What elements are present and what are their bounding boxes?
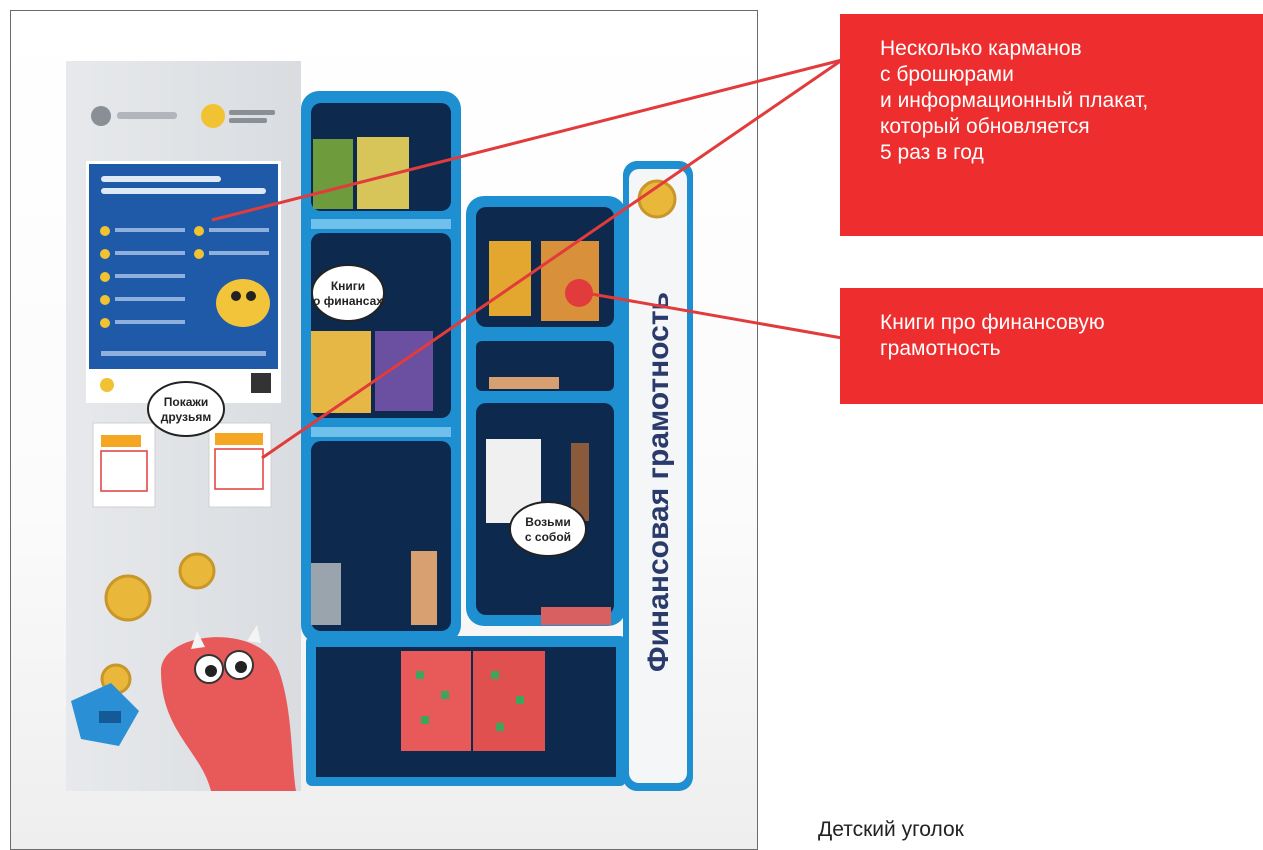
bubble-books: Книги о финансах — [311, 264, 385, 322]
pointer-brochures — [261, 58, 843, 460]
bubble-books-line2: о финансах — [313, 294, 383, 308]
pointer-poster — [211, 58, 843, 222]
callout-pockets-line: Несколько карманов — [880, 37, 1082, 60]
bubble-take-line1: Возьми — [525, 515, 570, 529]
bubble-share: Покажи друзьям — [147, 381, 225, 437]
caption: Детский уголок — [818, 818, 964, 841]
callout-pockets-line: который обновляется — [880, 115, 1090, 139]
bubble-take-line2: с собой — [525, 530, 571, 544]
pointer-books — [579, 290, 843, 340]
callout-pockets: Несколько карманов с брошюрами и информа… — [840, 14, 1263, 236]
bubble-share-line2: друзьям — [161, 410, 212, 424]
bubble-books-line1: Книги — [331, 279, 365, 293]
bubble-take: Возьми с собой — [509, 501, 587, 557]
callout-books-line: грамотность — [880, 337, 1001, 361]
callout-books: Книги про финансовую грамотность — [840, 288, 1263, 404]
callout-pockets-line: с брошюрами — [880, 63, 1014, 87]
pointer-lines — [211, 58, 843, 460]
bubble-share-line1: Покажи — [164, 395, 209, 409]
callout-books-line: Книги про финансовую — [880, 311, 1105, 334]
callout-pockets-line: и информационный плакат, — [880, 89, 1149, 113]
callout-pockets-line: 5 раз в год — [880, 141, 984, 165]
side-panel-label: Финансовая грамотность — [642, 292, 675, 672]
